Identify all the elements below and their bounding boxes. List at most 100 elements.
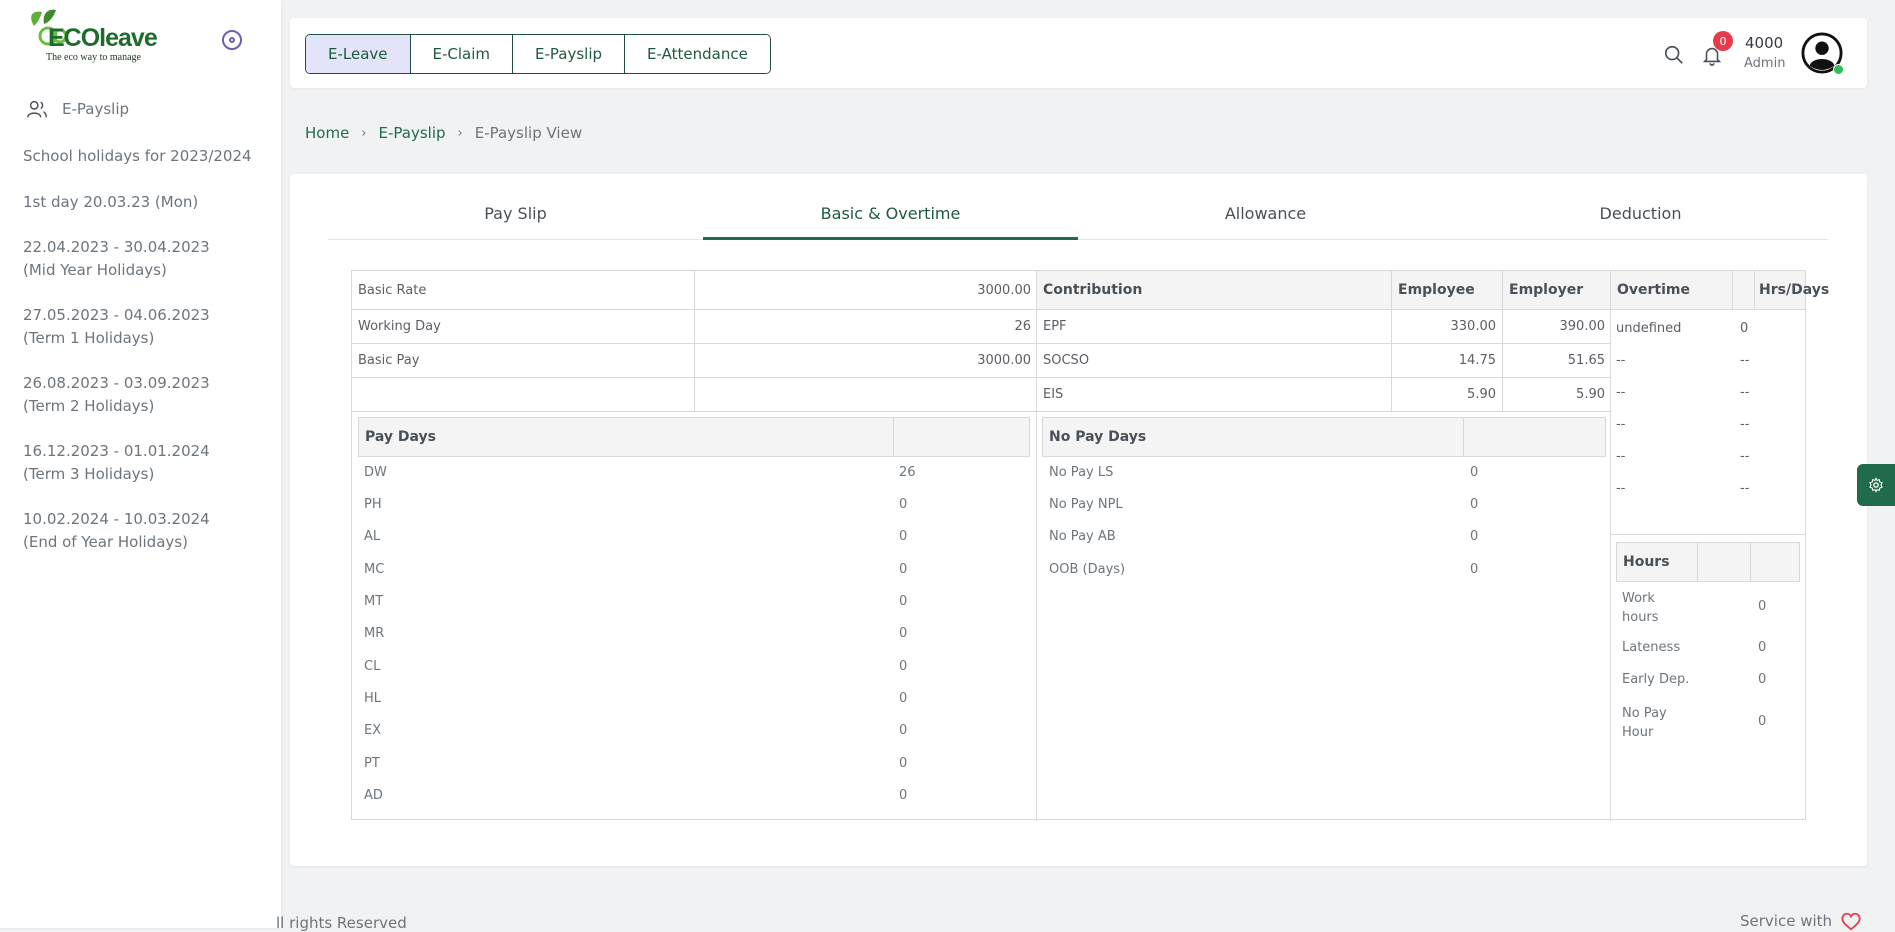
pay-day-label: PT bbox=[364, 756, 380, 771]
basic-rate-label: Basic Rate bbox=[358, 282, 427, 298]
pay-days-header: Pay Days bbox=[365, 429, 436, 445]
online-status-dot bbox=[1833, 64, 1844, 75]
no-pay-day-label: No Pay NPL bbox=[1049, 497, 1123, 512]
contribution-label: SOCSO bbox=[1043, 352, 1090, 368]
payslip-subtabs: Pay Slip Basic & Overtime Allowance Dedu… bbox=[328, 174, 1828, 240]
basic-rate-value: 3000.00 bbox=[977, 282, 1031, 298]
pay-days-header-row bbox=[358, 417, 1030, 457]
employee-value: 5.90 bbox=[1467, 386, 1496, 402]
payslip-card: Pay Slip Basic & Overtime Allowance Dedu… bbox=[290, 174, 1867, 866]
tab-basic-overtime[interactable]: Basic & Overtime bbox=[703, 174, 1078, 240]
overtime-label: -- bbox=[1616, 384, 1626, 400]
sidebar-toggle-icon[interactable] bbox=[222, 30, 242, 50]
logo-wordmark: ECOleave bbox=[48, 24, 158, 52]
list-item: 22.04.2023 - 30.04.2023 (Mid Year Holida… bbox=[23, 238, 210, 279]
hours-label: Early Dep. bbox=[1622, 672, 1690, 687]
employee-header: Employee bbox=[1392, 271, 1502, 309]
no-pay-day-value: 0 bbox=[1470, 529, 1479, 544]
pay-day-label: HL bbox=[364, 691, 382, 706]
overtime-value: 0 bbox=[1740, 320, 1749, 336]
breadcrumb: Home › E-Payslip › E-Payslip View bbox=[305, 124, 582, 142]
employer-value: 390.00 bbox=[1559, 318, 1606, 334]
footer-service: Service with bbox=[1740, 911, 1862, 931]
holiday-list: School holidays for 2023/2024 1st day 20… bbox=[23, 145, 273, 576]
tab-allowance[interactable]: Allowance bbox=[1078, 174, 1453, 239]
list-item: 16.12.2023 - 01.01.2024 (Term 3 Holidays… bbox=[23, 442, 210, 483]
working-day-label: Working Day bbox=[358, 318, 441, 334]
employee-value: 330.00 bbox=[1450, 318, 1497, 334]
footer-copyright: ll rights Reserved bbox=[276, 914, 407, 932]
no-pay-day-value: 0 bbox=[1470, 562, 1479, 577]
basic-overtime-table: Basic Rate 3000.00 Working Day 26 Basic … bbox=[351, 270, 1829, 821]
overtime-label: -- bbox=[1616, 352, 1626, 368]
tab-e-payslip[interactable]: E-Payslip bbox=[513, 35, 626, 73]
pay-day-value: 26 bbox=[899, 465, 916, 480]
overtime-label: -- bbox=[1616, 416, 1626, 432]
contribution-label: EPF bbox=[1043, 318, 1067, 334]
breadcrumb-current: E-Payslip View bbox=[474, 124, 583, 142]
tab-pay-slip[interactable]: Pay Slip bbox=[328, 174, 703, 239]
overtime-label: -- bbox=[1616, 448, 1626, 464]
pay-day-value: 0 bbox=[899, 691, 908, 706]
hours-label: Lateness bbox=[1622, 640, 1681, 655]
pay-day-label: MT bbox=[364, 594, 384, 609]
footer-service-text: Service with bbox=[1740, 912, 1833, 930]
top-header: E-Leave E-Claim E-Payslip E-Attendance bbox=[290, 18, 1867, 88]
overtime-header: Overtime bbox=[1611, 271, 1732, 309]
ecoleave-logo[interactable]: ECOleave The eco way to manage bbox=[26, 6, 158, 66]
overtime-value: -- bbox=[1740, 384, 1750, 400]
user-role: Admin bbox=[1744, 56, 1786, 71]
pay-day-label: EX bbox=[364, 723, 382, 738]
tab-e-claim[interactable]: E-Claim bbox=[410, 35, 514, 73]
pay-day-label: PH bbox=[364, 497, 382, 512]
pay-day-value: 0 bbox=[899, 626, 908, 641]
no-pay-days-header: No Pay Days bbox=[1049, 429, 1147, 445]
basic-pay-label: Basic Pay bbox=[358, 352, 420, 368]
no-pay-day-value: 0 bbox=[1470, 465, 1479, 480]
pay-day-value: 0 bbox=[899, 756, 908, 771]
notification-badge: 0 bbox=[1713, 31, 1733, 51]
sidebar-item-e-payslip[interactable]: E-Payslip bbox=[26, 98, 129, 120]
hours-value: 0 bbox=[1758, 599, 1767, 614]
overtime-label: -- bbox=[1616, 480, 1626, 496]
overtime-value: -- bbox=[1740, 480, 1750, 496]
no-pay-day-label: No Pay AB bbox=[1049, 529, 1116, 544]
sidebar-item-label: E-Payslip bbox=[62, 100, 130, 118]
pay-day-label: DW bbox=[364, 465, 387, 480]
list-item: 10.02.2024 - 10.03.2024 (End of Year Hol… bbox=[23, 510, 210, 551]
settings-button[interactable] bbox=[1857, 464, 1895, 506]
breadcrumb-e-payslip[interactable]: E-Payslip bbox=[379, 124, 446, 142]
pay-day-label: AD bbox=[364, 788, 383, 803]
list-item: 26.08.2023 - 03.09.2023 (Term 2 Holidays… bbox=[23, 374, 210, 415]
no-pay-day-label: OOB (Days) bbox=[1049, 562, 1126, 577]
working-day-value: 26 bbox=[1014, 318, 1031, 334]
pay-day-value: 0 bbox=[899, 529, 908, 544]
overtime-value: -- bbox=[1740, 448, 1750, 464]
search-icon[interactable] bbox=[1663, 44, 1685, 66]
basic-pay-value: 3000.00 bbox=[977, 352, 1031, 368]
pay-day-label: AL bbox=[364, 529, 381, 544]
pay-day-label: CL bbox=[364, 659, 381, 674]
overtime-value: -- bbox=[1740, 416, 1750, 432]
pay-day-value: 0 bbox=[899, 659, 908, 674]
chevron-right-icon: › bbox=[457, 125, 463, 141]
pay-day-value: 0 bbox=[899, 788, 908, 803]
hours-label: Work hours bbox=[1622, 591, 1659, 625]
employer-header: Employer bbox=[1503, 271, 1610, 309]
chevron-right-icon: › bbox=[361, 125, 367, 141]
employer-value: 51.65 bbox=[1567, 352, 1605, 368]
overtime-label: undefined bbox=[1616, 320, 1682, 336]
employee-value: 14.75 bbox=[1458, 352, 1496, 368]
pay-day-value: 0 bbox=[899, 562, 908, 577]
tab-e-attendance[interactable]: E-Attendance bbox=[625, 35, 770, 73]
pay-day-label: MR bbox=[364, 626, 385, 641]
breadcrumb-home[interactable]: Home bbox=[305, 124, 349, 142]
overtime-value: -- bbox=[1740, 352, 1750, 368]
hours-value: 0 bbox=[1758, 672, 1767, 687]
gear-icon bbox=[1869, 477, 1883, 493]
tab-e-leave[interactable]: E-Leave bbox=[306, 35, 411, 73]
hours-value: 0 bbox=[1758, 640, 1767, 655]
pay-day-value: 0 bbox=[899, 594, 908, 609]
hours-label: No Pay Hour bbox=[1622, 706, 1667, 740]
tab-deduction[interactable]: Deduction bbox=[1453, 174, 1828, 239]
